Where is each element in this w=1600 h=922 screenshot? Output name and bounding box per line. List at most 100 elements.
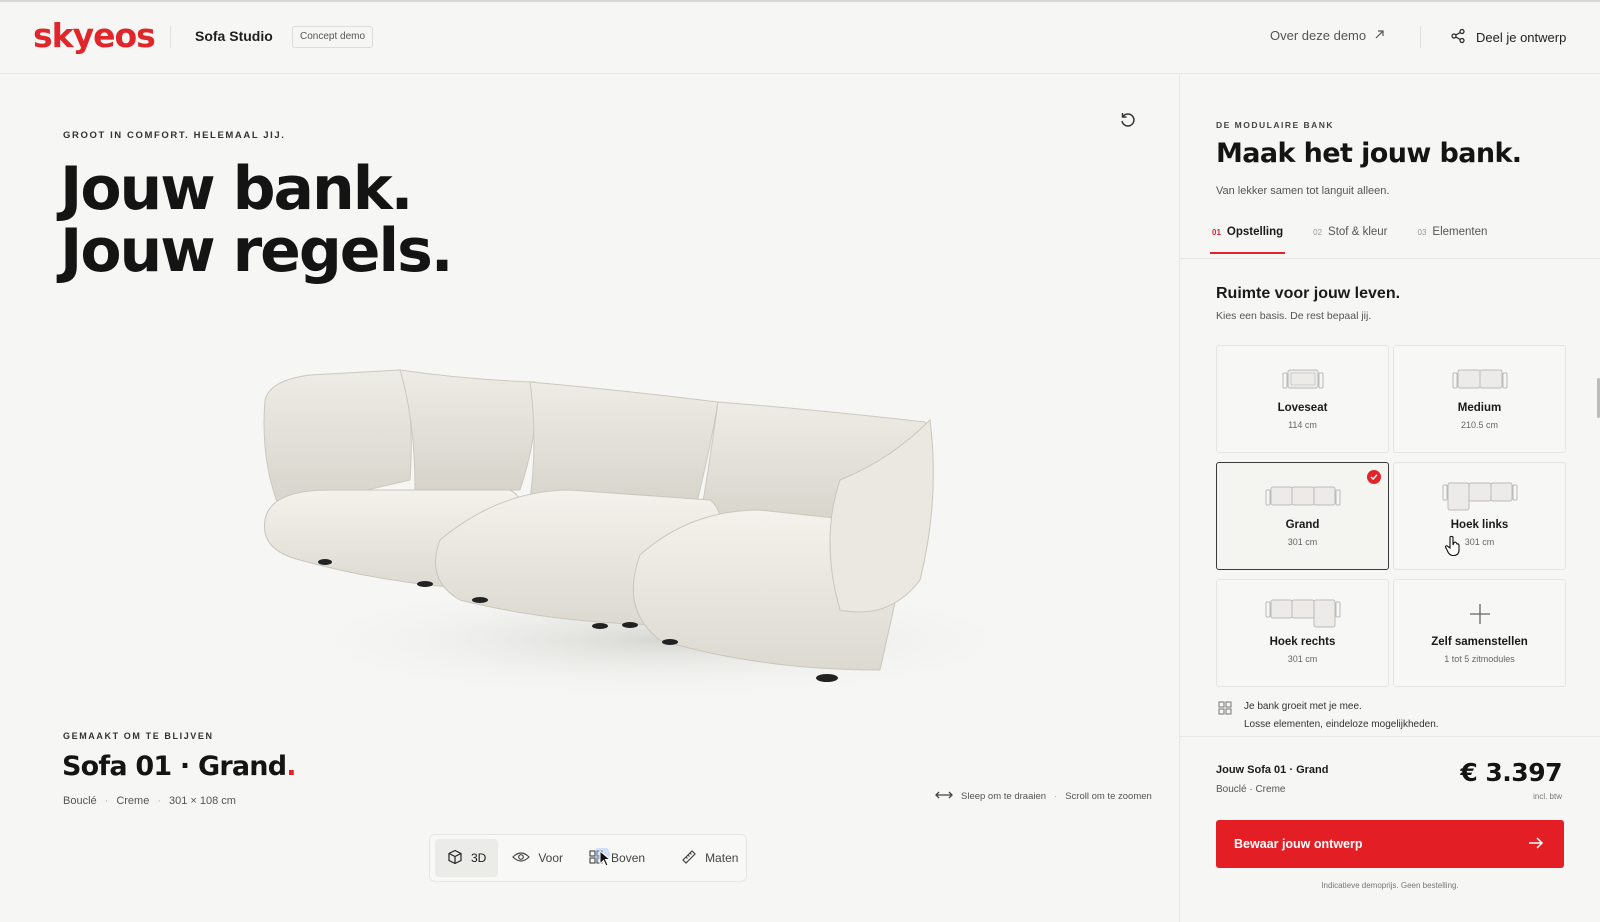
meta-separator: · [157,795,161,807]
mouse-pointer-icon [594,846,618,875]
sofa-illustration [263,369,1040,700]
panel-title: Maak het jouw bank. [1216,138,1522,169]
about-demo-link[interactable]: Over deze demo [1270,28,1385,43]
summary-divider [1180,736,1600,737]
brand-logo[interactable]: skyeos [33,16,156,55]
view-toolbar: 3D Voor Boven Maten [429,834,747,882]
medium-sofa-icon [1452,366,1508,394]
modular-info: Je bank groeit met je mee. Losse element… [1218,698,1439,734]
corner-right-icon [1265,599,1341,628]
product-kicker: GEMAAKT OM TE BLIJVEN [63,731,214,741]
cube-icon [447,849,463,868]
hint-scroll: Scroll om te zoomen [1065,791,1152,802]
option-size: 301 cm [1464,537,1495,547]
hero-kicker: GROOT IN COMFORT. HELEMAAL JIJ. [63,130,286,141]
option-size: 1 tot 5 zitmodules [1444,654,1515,664]
tab-elementen[interactable]: 03 Elementen [1416,220,1490,254]
header-divider [170,26,171,48]
option-label: Loveseat [1277,402,1328,414]
product-title-text: Sofa 01 · Grand [62,751,287,782]
save-design-button[interactable]: Bewaar jouw ontwerp [1216,820,1564,868]
sofa-3d-viewer[interactable] [240,340,1040,710]
hero-headline: Jouw bank. Jouw regels. [60,154,454,286]
summary-title: Jouw Sofa 01 · Grand [1216,764,1329,776]
info-line1: Je bank groeit met je mee. [1244,701,1362,712]
loveseat-icon [1282,366,1324,394]
summary-subtitle: Bouclé · Creme [1216,784,1286,795]
price-disclaimer: Indicatieve demoprijs. Geen bestelling. [1321,881,1459,890]
tab-number: 03 [1417,228,1427,237]
arrow-right-icon [1528,836,1544,852]
header-divider [1420,26,1421,48]
grand-sofa-icon [1265,483,1341,511]
option-size: 114 cm [1288,420,1317,430]
option-label: Medium [1457,402,1502,414]
reset-view-button[interactable] [1110,104,1146,140]
option-hoek-links[interactable]: Hoek links 301 cm [1393,462,1566,570]
viewer-hint: Sleep om te draaien · Scroll om te zoome… [935,788,1152,805]
share-icon [1450,28,1466,47]
modules-icon [1218,701,1232,734]
tab-label: Opstelling [1226,226,1284,238]
tab-label: Stof & kleur [1328,226,1388,238]
product-title: Sofa 01 · Grand. [62,751,297,782]
hero-headline-line1: Jouw bank. [60,154,413,224]
info-line2: Losse elementen, eindeloze mogelijkheden… [1244,719,1439,730]
external-arrow-icon [1374,28,1385,43]
tab-number: 01 [1212,228,1221,237]
about-demo-label: Over deze demo [1270,28,1367,43]
view-dimensions-button[interactable]: Maten [669,839,750,877]
tab-number: 02 [1313,228,1323,237]
product-title-dot: . [286,751,296,782]
hint-drag: Sleep om te draaien [961,791,1047,802]
meta-separator: · [104,795,109,807]
option-label: Hoek rechts [1269,636,1336,648]
concept-demo-badge: Concept demo [292,26,374,48]
option-hoek-rechts[interactable]: Hoek rechts 301 cm [1216,579,1389,687]
option-medium[interactable]: Medium 210.5 cm [1393,345,1566,453]
product-meta: Bouclé · Creme · 301 × 108 cm [63,795,236,807]
option-label: Grand [1285,519,1320,531]
meta-color: Creme [116,795,150,807]
config-tabs: 01 Opstelling 02 Stof & kleur 03 Element… [1210,220,1570,256]
view-3d-label: 3D [471,851,487,865]
section-subtitle: Kies een basis. De rest bepaal jij. [1216,310,1372,322]
option-size: 210.5 cm [1460,420,1499,430]
option-grand[interactable]: Grand 301 cm [1216,462,1389,570]
view-3d-button[interactable]: 3D [435,839,499,877]
option-size: 301 cm [1287,654,1318,664]
option-loveseat[interactable]: Loveseat 114 cm [1216,345,1389,453]
hero-headline-line2: Jouw regels. [60,216,454,286]
configurator-panel: DE MODULAIRE BANK Maak het jouw bank. Va… [1179,74,1600,922]
corner-left-icon [1442,482,1518,511]
share-design-button[interactable]: Deel je ontwerp [1450,26,1566,48]
panel-subtitle: Van lekker samen tot languit alleen. [1216,185,1390,197]
tab-stof-kleur[interactable]: 02 Stof & kleur [1311,220,1389,254]
save-design-label: Bewaar jouw ontwerp [1234,837,1363,851]
price: € 3.397 [1460,758,1562,787]
hint-separator: · [1054,791,1058,802]
option-label: Hoek links [1450,519,1509,531]
option-size: 301 cm [1287,537,1318,547]
option-label: Zelf samenstellen [1431,636,1528,648]
view-front-button[interactable]: Voor [500,839,575,877]
modular-info-text: Je bank groeit met je mee. Losse element… [1244,698,1439,734]
option-zelf-samenstellen[interactable]: Zelf samenstellen 1 tot 5 zitmodules [1393,579,1566,687]
tabs-divider [1180,258,1600,259]
rotate-reset-icon [1119,111,1137,134]
selected-check-icon [1367,470,1381,484]
view-front-label: Voor [538,851,564,865]
tab-opstelling[interactable]: 01 Opstelling [1210,220,1286,254]
meta-fabric: Bouclé [63,795,97,807]
hand-cursor-icon [1444,535,1462,562]
tab-label: Elementen [1432,226,1488,238]
top-header: skyeos Sofa Studio Concept demo Over dez… [0,0,1600,74]
share-label: Deel je ontwerp [1476,29,1567,45]
price-note: incl. btw [1533,792,1562,801]
eye-icon [512,850,531,867]
ruler-icon [681,849,697,868]
meta-dimensions: 301 × 108 cm [169,795,236,807]
view-dimensions-label: Maten [705,851,739,865]
panel-kicker: DE MODULAIRE BANK [1216,120,1335,130]
app-name: Sofa Studio [195,28,273,44]
